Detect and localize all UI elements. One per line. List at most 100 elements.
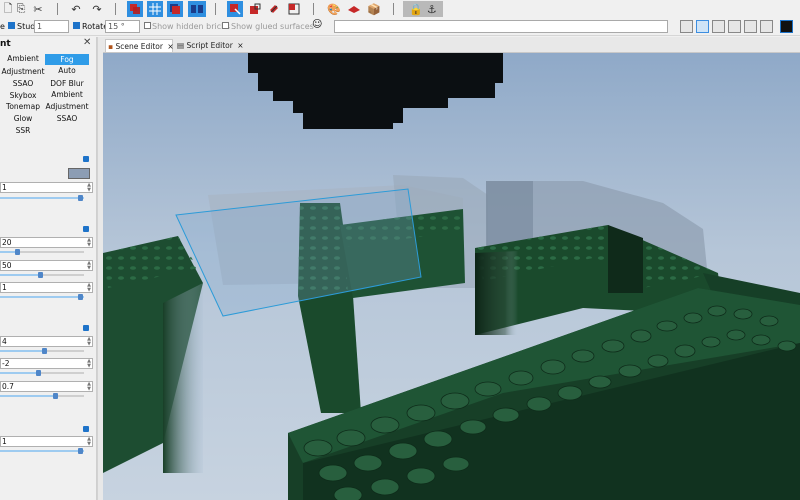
spinner-icon[interactable]: ▲ ▼ [87, 382, 91, 392]
close-icon[interactable]: × [167, 42, 173, 51]
slider-track[interactable] [0, 350, 44, 352]
category-item[interactable]: Adjustment [1, 66, 45, 77]
category-item-selected[interactable]: Fog [45, 54, 89, 65]
category-item[interactable]: DOF Blur [45, 78, 89, 89]
slider-handle[interactable] [78, 448, 83, 454]
environment-panel: nt ✕ Ambient Fog Adjustment Auto SSAO DO… [0, 37, 97, 500]
field-value: 0.7 [2, 382, 14, 391]
toolbar-divider [57, 3, 58, 15]
slider-track[interactable] [0, 296, 84, 298]
field-value: 4 [2, 337, 7, 346]
fog-color-swatch[interactable] [68, 168, 90, 179]
select-brick-icon[interactable] [127, 1, 143, 17]
command-input[interactable] [334, 20, 668, 33]
redo-icon[interactable]: ↷ [89, 1, 105, 17]
spinner-icon[interactable]: ▲ ▼ [87, 283, 91, 293]
bucket-tool-icon[interactable] [266, 1, 282, 17]
tab-script-editor[interactable]: ▤ Script Editor × [175, 39, 244, 52]
tab-scene-editor[interactable]: ▪ Scene Editor × [105, 39, 174, 52]
rotate-checkbox[interactable] [73, 22, 80, 29]
category-item[interactable]: SSAO [1, 78, 45, 89]
category-item[interactable]: Ambient [1, 53, 45, 64]
close-icon[interactable]: ✕ [83, 37, 91, 48]
lock-icon[interactable]: 🔒 [409, 3, 423, 16]
smiley-icon[interactable]: ☺ [312, 19, 322, 30]
anchor-icon[interactable]: ⚓ [427, 3, 437, 16]
slider-handle[interactable] [15, 249, 20, 255]
brick-library-icon[interactable] [346, 1, 362, 17]
show-glued-checkbox[interactable] [222, 22, 229, 29]
brick-icon: ▪ [108, 42, 114, 51]
field-value: 50 [2, 261, 12, 270]
value-field[interactable]: -2 ▲ ▼ [0, 358, 93, 369]
spinner-icon[interactable]: ▲ ▼ [87, 359, 91, 369]
value-field[interactable]: 1 ▲ ▼ [0, 436, 93, 447]
multi-select-icon[interactable] [188, 1, 206, 17]
section-checkbox[interactable] [83, 426, 89, 432]
slider-track[interactable] [0, 450, 84, 452]
category-item[interactable]: Skybox [1, 90, 45, 101]
value-field[interactable]: 4 ▲ ▼ [0, 336, 93, 347]
toolbar-divider [115, 3, 116, 15]
category-item[interactable]: Glow [1, 113, 45, 124]
move-tool-icon[interactable] [227, 1, 243, 17]
category-item[interactable]: Adjustment [45, 101, 89, 112]
category-item[interactable]: Tonemap [1, 101, 45, 112]
value-field[interactable]: 0.7 ▲ ▼ [0, 381, 93, 392]
scene-viewport[interactable] [103, 53, 800, 500]
spinner-icon[interactable]: ▲ ▼ [87, 183, 91, 193]
category-item[interactable]: Auto [45, 65, 89, 76]
layers-icon[interactable] [167, 1, 183, 17]
category-item[interactable]: SSR [1, 125, 45, 136]
fog-enabled-checkbox[interactable] [83, 156, 89, 162]
rotate-input[interactable]: 15 ° [105, 20, 140, 33]
view-layout-alt-icon[interactable] [760, 20, 773, 33]
right-frame-fog [475, 251, 518, 335]
stud-checkbox[interactable] [8, 22, 15, 29]
field-value: 1 [2, 283, 7, 292]
section-checkbox[interactable] [83, 226, 89, 232]
slider-handle[interactable] [78, 195, 83, 201]
value-field[interactable]: 1 ▲ ▼ [0, 182, 93, 193]
slider-track[interactable] [0, 372, 38, 374]
undo-icon[interactable]: ↶ [68, 1, 84, 17]
paint-tool-icon[interactable] [247, 1, 263, 17]
package-icon[interactable]: 📦 [366, 1, 382, 17]
view-layout-icon[interactable] [744, 20, 757, 33]
color-picker-icon[interactable] [780, 20, 793, 33]
scene-render [103, 53, 800, 500]
scissors-icon[interactable]: ✂ [30, 1, 46, 17]
close-icon[interactable]: × [237, 41, 243, 50]
slider-track-rest [40, 274, 84, 276]
spinner-icon[interactable]: ▲ ▼ [87, 437, 91, 447]
slider-track[interactable] [0, 274, 40, 276]
view-quad-icon[interactable] [712, 20, 725, 33]
copy-icon[interactable]: ⎘ [13, 1, 29, 17]
category-item[interactable]: Ambient [45, 89, 89, 100]
spinner-icon[interactable]: ▲ ▼ [87, 238, 91, 248]
value-field[interactable]: 20 ▲ ▼ [0, 237, 93, 248]
section-checkbox[interactable] [83, 325, 89, 331]
show-hidden-checkbox[interactable] [144, 22, 151, 29]
spinner-icon[interactable]: ▲ ▼ [87, 337, 91, 347]
category-item[interactable]: SSAO [45, 113, 89, 124]
spinner-icon[interactable]: ▲ ▼ [87, 261, 91, 271]
slider-handle[interactable] [78, 294, 83, 300]
slider-handle[interactable] [53, 393, 58, 399]
shape-tool-icon[interactable] [286, 1, 302, 17]
value-field[interactable]: 50 ▲ ▼ [0, 260, 93, 271]
slider-handle[interactable] [42, 348, 47, 354]
view-grid-icon[interactable] [728, 20, 741, 33]
view-split-icon[interactable] [696, 20, 709, 33]
lock-anchor-group[interactable]: 🔒 ⚓ [403, 1, 443, 17]
grid-icon[interactable] [147, 1, 163, 17]
view-single-icon[interactable] [680, 20, 693, 33]
slider-handle[interactable] [38, 272, 43, 278]
field-value: 20 [2, 238, 12, 247]
slider-track[interactable] [0, 395, 55, 397]
slider-track[interactable] [0, 197, 84, 199]
value-field[interactable]: 1 ▲ ▼ [0, 282, 93, 293]
stud-input[interactable]: 1 [34, 20, 69, 33]
slider-handle[interactable] [36, 370, 41, 376]
palette-icon[interactable]: 🎨 [326, 1, 342, 17]
